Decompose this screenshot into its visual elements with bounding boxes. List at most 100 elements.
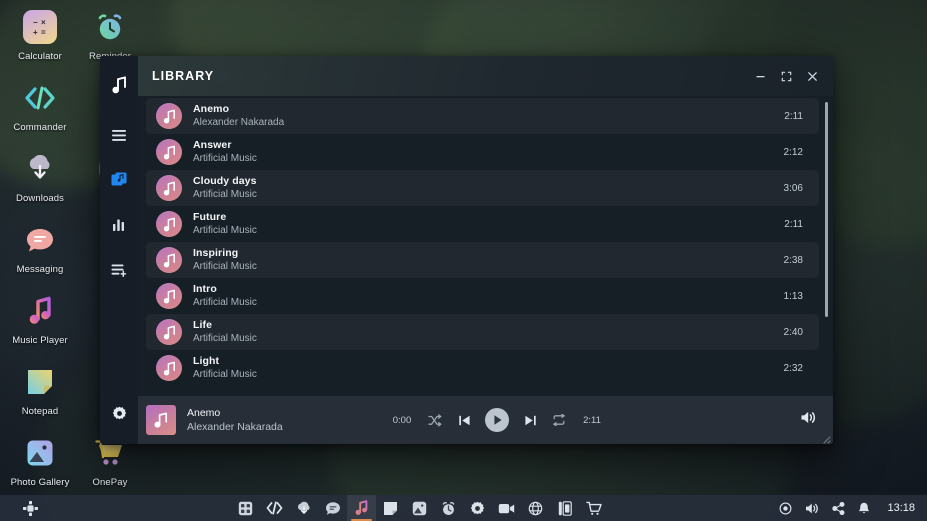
desktop-icon-messaging[interactable]: Messaging [5,217,75,288]
track-duration: 2:32 [783,362,803,374]
sidebar-item-library[interactable] [104,165,134,195]
track-artist: Artificial Music [193,189,257,200]
sidebar-item-menu[interactable] [104,120,134,150]
notifications-bell-icon[interactable] [858,502,870,515]
now-playing-meta: Anemo Alexander Nakarada [187,406,372,434]
sidebar-item-equalizer[interactable] [104,210,134,240]
track-duration: 2:11 [784,218,803,230]
now-playing-artist: Alexander Nakarada [187,421,283,433]
now-playing-album-art [146,405,176,435]
track-row[interactable]: Anemo Alexander Nakarada 2:11 [146,98,819,134]
scrollbar-thumb[interactable] [825,102,828,317]
track-title: Cloudy days [193,175,257,187]
taskbar-app-calculator[interactable] [231,495,260,521]
svg-text:×: × [41,18,46,27]
volume-icon[interactable] [800,410,823,430]
sidebar-item-playlist[interactable] [104,255,134,285]
desktop-icon-label: Commander [13,122,67,133]
desktop-icon-photo-gallery[interactable]: Photo Gallery [5,430,75,501]
desktop-icon-label: OnePay [92,477,128,488]
track-row[interactable]: Light Artificial Music 2:32 [146,350,819,386]
desktop-icon-downloads[interactable]: Downloads [5,146,75,217]
desktop-icon-label: Messaging [16,264,64,275]
track-title: Anemo [193,103,230,115]
taskbar-app-strip [60,495,779,521]
track-meta: Cloudy days Artificial Music [193,175,772,201]
track-album-art [156,103,182,129]
track-row[interactable]: Inspiring Artificial Music 2:38 [146,242,819,278]
taskbar-app-settings[interactable] [463,495,492,521]
track-title: Light [193,355,220,367]
taskbar-app-reminder[interactable] [434,495,463,521]
desktop-icon-calculator[interactable]: − × + = Calculator [5,4,75,75]
track-row[interactable]: Life Artificial Music 2:40 [146,314,819,350]
track-title: Inspiring [193,247,239,259]
taskbar-app-photo-gallery[interactable] [405,495,434,521]
track-row[interactable]: Cloudy days Artificial Music 3:06 [146,170,819,206]
previous-track-icon[interactable] [456,412,472,428]
track-meta: Answer Artificial Music [193,139,772,165]
maximize-icon[interactable] [773,63,799,89]
photo-image-icon [23,436,57,470]
minimize-icon[interactable] [747,63,773,89]
player-bar: Anemo Alexander Nakarada 0:00 2:11 [138,396,833,444]
desktop-icon-commander[interactable]: Commander [5,75,75,146]
taskbar-clock[interactable]: 13:18 [887,502,915,514]
track-title: Life [193,319,213,331]
taskbar-start-button[interactable] [0,500,60,516]
transport-controls: 0:00 2:11 [390,408,604,432]
track-title: Intro [193,283,217,295]
desktop-icon-music-player[interactable]: Music Player [5,288,75,359]
taskbar-app-browser[interactable] [521,495,550,521]
display-icon[interactable] [779,502,792,515]
volume-icon[interactable] [805,502,819,515]
track-list-scrollbar[interactable] [824,102,828,394]
svg-text:+: + [33,28,38,37]
window-resize-grip[interactable] [820,431,831,444]
desktop-icon-notepad[interactable]: Notepad [5,359,75,430]
taskbar-app-messaging[interactable] [318,495,347,521]
close-icon[interactable] [799,63,825,89]
app-sidebar-rail [100,56,138,444]
taskbar-app-notepad[interactable] [376,495,405,521]
now-playing-title: Anemo [187,407,221,419]
svg-text:=: = [41,28,46,37]
page-title: LIBRARY [152,69,215,83]
next-track-icon[interactable] [522,412,538,428]
track-row[interactable]: Answer Artificial Music 2:12 [146,134,819,170]
desktop-icon-label: Photo Gallery [10,477,70,488]
taskbar-app-onepay[interactable] [579,495,608,521]
system-tray: 13:18 [779,501,927,515]
shuffle-icon[interactable] [427,412,443,428]
desktop-icon-label: Music Player [12,335,68,346]
play-icon[interactable] [485,408,509,432]
track-artist: Alexander Nakarada [193,117,285,128]
track-row[interactable]: Future Artificial Music 2:11 [146,206,819,242]
chat-bubble-icon [23,223,57,257]
window-titlebar[interactable]: LIBRARY [138,56,833,96]
desktop[interactable]: − × + = Calculator Commander Downloads M… [0,0,927,521]
window-controls [747,63,833,89]
taskbar-app-downloads[interactable] [289,495,318,521]
track-artist: Artificial Music [193,261,257,272]
track-duration: 1:13 [783,290,803,302]
track-duration: 2:12 [783,146,803,158]
sidebar-item-settings[interactable] [104,398,134,428]
taskbar-app-commander[interactable] [260,495,289,521]
track-list[interactable]: Anemo Alexander Nakarada 2:11 Answer Artific… [138,96,833,396]
taskbar-app-widgets[interactable] [550,495,579,521]
track-album-art [156,247,182,273]
track-artist: Artificial Music [193,225,257,236]
repeat-icon[interactable] [551,412,567,428]
track-album-art [156,319,182,345]
track-meta: Light Artificial Music [193,355,772,381]
track-album-art [156,283,182,309]
track-artist: Artificial Music [193,297,257,308]
music-player-window[interactable]: LIBRARY Anemo Alexander Nakarada 2:11 An… [100,56,833,444]
app-logo-music-note-icon [104,70,134,100]
track-meta: Future Artificial Music [193,211,772,237]
taskbar-app-video[interactable] [492,495,521,521]
track-row[interactable]: Intro Artificial Music 1:13 [146,278,819,314]
taskbar-app-music-player[interactable] [347,495,377,521]
share-icon[interactable] [832,501,845,515]
